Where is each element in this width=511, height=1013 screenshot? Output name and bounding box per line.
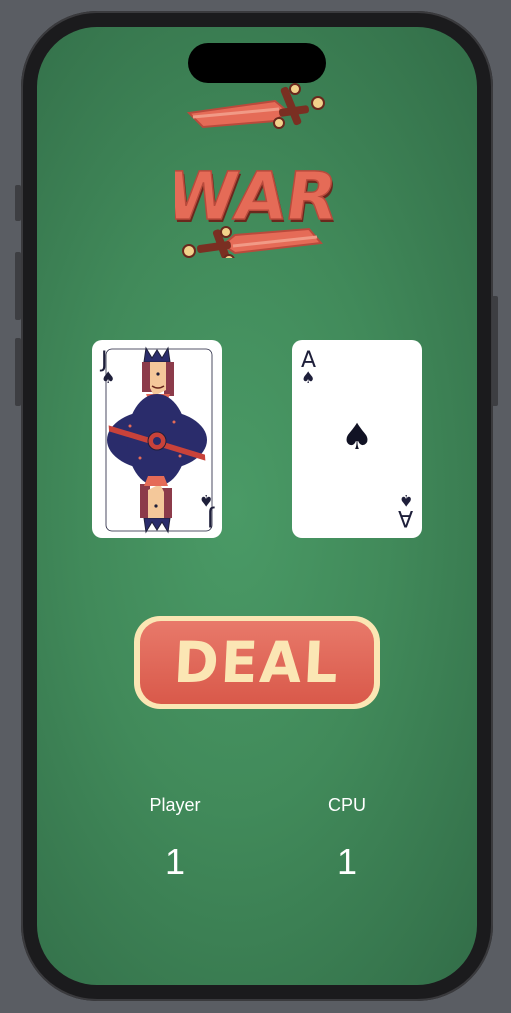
cpu-score-label: CPU — [327, 795, 366, 815]
deal-button-face[interactable]: DEAL — [140, 621, 374, 704]
spade-icon: ♠ — [301, 368, 316, 387]
power-button — [492, 296, 498, 406]
player-score-label: Player — [149, 795, 201, 815]
cpu-card: A ♠ ♠ A ♠ — [292, 340, 422, 538]
spade-icon: ♠ — [340, 417, 374, 458]
player-card: J ♠ J ♠ — [92, 340, 222, 538]
deal-button[interactable]: DEAL — [134, 616, 380, 709]
crossed-swords-logo-icon: WAR WAR — [159, 83, 344, 266]
deal-button-label: DEAL — [172, 629, 342, 696]
jack-illustration-icon — [105, 346, 213, 534]
dynamic-island — [188, 43, 326, 83]
war-logo: WAR WAR — [159, 83, 344, 266]
svg-text:WAR: WAR — [175, 157, 335, 235]
player-score-value: 1 — [164, 841, 186, 882]
spade-icon: ♠ — [398, 491, 413, 510]
volume-down-button — [15, 338, 21, 406]
game-screen: WAR WAR J ♠ J ♠ A ♠ ♠ A ♠ DEAL Player CP… — [37, 27, 477, 985]
mute-switch — [15, 185, 21, 221]
volume-up-button — [15, 252, 21, 320]
cpu-score-value: 1 — [336, 841, 358, 882]
